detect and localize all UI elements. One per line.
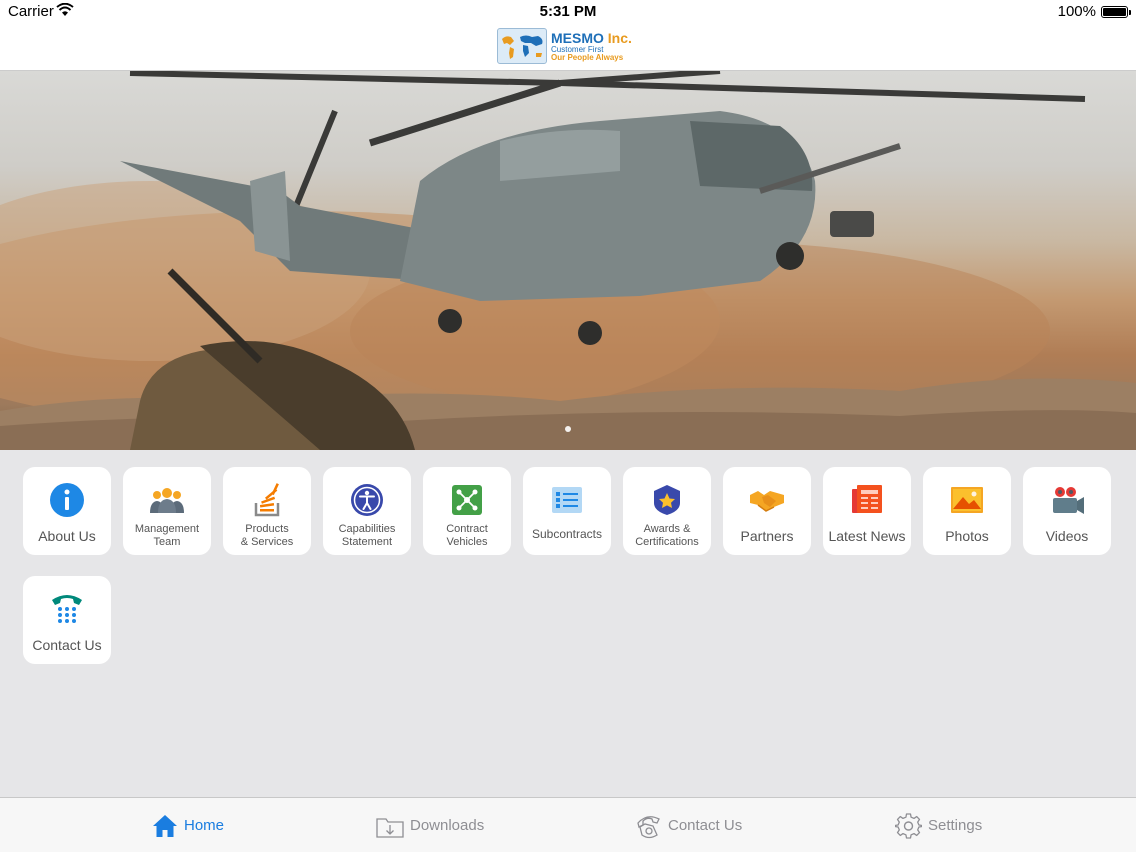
home-icon [153,814,177,837]
phone-icon [637,815,660,838]
handshake-icon [750,491,784,512]
company-logo: MESMO Inc. Customer First Our People Alw… [497,28,632,64]
tile-subcontracts[interactable]: Subcontracts [523,467,611,555]
newspaper-icon [852,485,882,513]
logo-name: MESMO [551,29,604,46]
tab-bar: Home Downloads Contact Us Settings [0,797,1136,852]
tile-management-team[interactable]: Management Team [123,467,211,555]
tile-label-line2: & Services [240,536,294,548]
tile-about-us[interactable]: About Us [23,467,111,555]
tile-photos[interactable]: Photos [923,467,1011,555]
tab-downloads[interactable]: Downloads [376,798,484,852]
tile-label: Subcontracts [531,527,603,541]
helicopter-image [0,71,1136,450]
tile-label-line1: Capabilities [338,523,396,535]
clock: 5:31 PM [539,3,597,20]
people-icon [150,488,184,513]
tab-home[interactable]: Home [152,798,224,852]
tile-label: Contact Us [32,637,102,653]
download-icon [376,817,404,838]
tile-label-line2: Vehicles [446,536,488,548]
tile-videos[interactable]: Videos [1023,467,1111,555]
status-bar: Carrier 5:31 PM 100% [0,0,1136,24]
tile-contract-vehicles[interactable]: Contract Vehicles [423,467,511,555]
tile-partners[interactable]: Partners [723,467,811,555]
tile-products-services[interactable]: Products & Services [223,467,311,555]
tile-label: About Us [38,528,96,544]
tile-label-line2: Statement [341,536,393,548]
hero-banner[interactable] [0,71,1136,450]
accessibility-icon [351,484,383,516]
tile-label: Videos [1045,528,1089,544]
phone-icon [52,595,82,623]
tab-label: Settings [928,817,983,834]
tile-label-line2: Certifications [635,536,699,548]
page-indicator-dot [565,426,571,432]
tab-label: Home [184,817,225,834]
battery-percent: 100% [1057,3,1096,20]
tile-contact-us[interactable]: Contact Us [23,576,111,664]
video-camera-icon [1053,487,1084,514]
tile-label-line2: Team [153,536,181,548]
photo-icon [951,487,983,513]
tile-label: Latest News [828,528,906,544]
tile-label-line1: Contract [446,523,488,535]
logo-tagline-secondary: Our People Always [551,52,624,62]
tile-capabilities-statement[interactable]: Capabilities Statement [323,467,411,555]
tab-settings[interactable]: Settings [895,798,982,852]
logo-name-suffix: Inc. [607,29,632,46]
stack-icon [254,483,280,517]
tile-label: Photos [945,528,989,544]
info-icon [50,483,84,517]
app-header: MESMO Inc. Customer First Our People Alw… [0,24,1136,71]
tile-awards-certifications[interactable]: Awards & Certifications [623,467,711,555]
tab-label: Contact Us [668,817,743,834]
tile-latest-news[interactable]: Latest News [823,467,911,555]
tile-label-line1: Products [245,523,289,535]
network-icon [452,485,482,515]
tab-label: Downloads [410,817,485,834]
gear-icon [895,812,922,839]
badge-icon [654,485,680,515]
battery-icon [1101,6,1131,18]
world-map-icon [497,28,547,64]
tile-label: Partners [740,528,794,544]
tab-contact-us[interactable]: Contact Us [635,798,742,852]
tile-label-line1: Management [134,523,200,535]
list-icon [552,487,582,513]
tile-label-line1: Awards & [643,523,691,535]
